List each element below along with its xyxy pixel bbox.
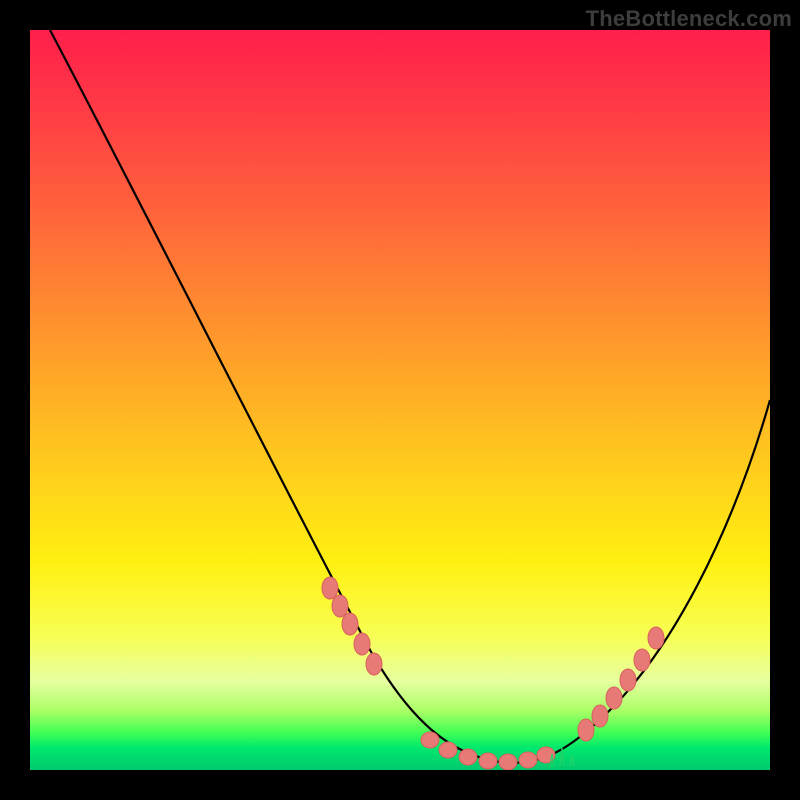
watermark-text: TheBottleneck.com	[586, 6, 792, 32]
plot-area	[30, 30, 770, 770]
chart-container: TheBottleneck.com	[0, 0, 800, 800]
curve-layer	[30, 30, 770, 770]
bottleneck-curve	[50, 30, 770, 763]
curve-markers	[322, 577, 664, 770]
